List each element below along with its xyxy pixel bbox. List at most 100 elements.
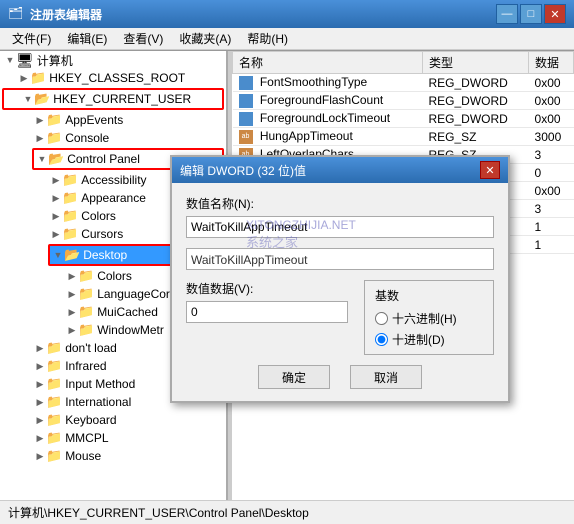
table-row[interactable]: ForegroundFlashCount REG_DWORD 0x00 — [233, 92, 574, 110]
radio-dec-text: 十进制(D) — [392, 331, 445, 348]
close-button[interactable]: ✕ — [544, 4, 566, 24]
dialog-base-title: 基数 — [375, 287, 483, 304]
tree-item-computer[interactable]: ▼ 🖥 计算机 — [0, 51, 226, 69]
toggle-windowmetr[interactable]: ▶ — [66, 324, 78, 336]
dialog-body: 数值名称(N): XITONGZHIJIA.NET 系统之家 WaitToKil… — [172, 183, 508, 401]
computer-icon: 🖥 — [16, 52, 34, 69]
table-row[interactable]: ab HungAppTimeout REG_SZ 3000 — [233, 128, 574, 146]
toggle-dontload[interactable]: ▶ — [34, 342, 46, 354]
tree-item-hkcu[interactable]: ▼ 📂 HKEY_CURRENT_USER — [4, 90, 222, 108]
dialog-base-group: 基数 十六进制(H) 十进制(D) — [364, 280, 494, 355]
toggle-hkcu[interactable]: ▼ — [22, 93, 34, 105]
toggle-control-panel[interactable]: ▼ — [36, 153, 48, 165]
tree-label-hkcu: HKEY_CURRENT_USER — [53, 92, 191, 106]
radio-group: 十六进制(H) 十进制(D) — [375, 310, 483, 348]
cell-value: 1 — [529, 236, 574, 254]
toggle-infrared[interactable]: ▶ — [34, 360, 46, 372]
dialog-name-input[interactable] — [186, 216, 494, 238]
cell-type: REG_DWORD — [422, 92, 528, 110]
toggle-keyboard[interactable]: ▶ — [34, 414, 46, 426]
tree-item-hkcr[interactable]: ▶ 📁 HKEY_CLASSES_ROOT — [0, 69, 226, 87]
toggle-colors[interactable]: ▶ — [50, 210, 62, 222]
radio-dec-label[interactable]: 十进制(D) — [375, 331, 483, 348]
menu-help[interactable]: 帮助(H) — [239, 28, 296, 49]
folder-icon-colors: 📁 — [62, 208, 78, 224]
dialog-name-value: WaitToKillAppTimeout — [186, 248, 494, 270]
app-icon: 🗂 — [8, 6, 24, 22]
tree-label-infrared: Infrared — [65, 359, 106, 373]
status-bar: 计算机\HKEY_CURRENT_USER\Control Panel\Desk… — [0, 500, 574, 524]
tree-label-computer: 计算机 — [37, 52, 73, 69]
tree-item-keyboard[interactable]: ▶ 📁 Keyboard — [0, 411, 226, 429]
cell-value: 0x00 — [529, 110, 574, 128]
tree-label-console: Console — [65, 131, 109, 145]
menu-file[interactable]: 文件(F) — [4, 28, 59, 49]
dialog-value-label: 数值数据(V): — [186, 280, 348, 297]
toggle-desktop[interactable]: ▼ — [52, 249, 64, 261]
dialog-close-button[interactable]: ✕ — [480, 161, 500, 179]
tree-item-console[interactable]: ▶ 📁 Console — [0, 129, 226, 147]
toggle-mouse[interactable]: ▶ — [34, 450, 46, 462]
tree-label-appearance: Appearance — [81, 191, 146, 205]
menu-bar: 文件(F) 编辑(E) 查看(V) 收藏夹(A) 帮助(H) — [0, 28, 574, 50]
folder-icon-languagecor: 📁 — [78, 286, 94, 302]
folder-icon-colors2: 📁 — [78, 268, 94, 284]
menu-edit[interactable]: 编辑(E) — [59, 28, 115, 49]
toggle-appevents[interactable]: ▶ — [34, 114, 46, 126]
radio-hex[interactable] — [375, 312, 388, 325]
radio-hex-label[interactable]: 十六进制(H) — [375, 310, 483, 327]
tree-label-control-panel: Control Panel — [67, 152, 140, 166]
cell-type: REG_DWORD — [422, 110, 528, 128]
title-bar: 🗂 注册表编辑器 — □ ✕ — [0, 0, 574, 28]
tree-item-mmcpl[interactable]: ▶ 📁 MMCPL — [0, 429, 226, 447]
tree-label-languagecor: LanguageCor — [97, 287, 170, 301]
radio-dec[interactable] — [375, 333, 388, 346]
dialog-content: 数值名称(N): XITONGZHIJIA.NET 系统之家 WaitToKil… — [186, 195, 494, 389]
toggle-computer[interactable]: ▼ — [4, 54, 16, 66]
dialog-buttons: 确定 取消 — [186, 365, 494, 389]
menu-favorites[interactable]: 收藏夹(A) — [171, 28, 239, 49]
folder-icon-dontload: 📁 — [46, 340, 62, 356]
folder-icon-input-method: 📁 — [46, 376, 62, 392]
edit-dword-dialog[interactable]: 编辑 DWORD (32 位)值 ✕ 数值名称(N): XITONGZHIJIA… — [170, 155, 510, 403]
toggle-international[interactable]: ▶ — [34, 396, 46, 408]
tree-label-appevents: AppEvents — [65, 113, 123, 127]
table-row[interactable]: FontSmoothingType REG_DWORD 0x00 — [233, 74, 574, 92]
tree-label-colors2: Colors — [97, 269, 132, 283]
dialog-value-input[interactable] — [186, 301, 348, 323]
dialog-base-section: 基数 十六进制(H) 十进制(D) — [364, 280, 494, 355]
tree-label-accessibility: Accessibility — [81, 173, 146, 187]
cell-value: 3 — [529, 200, 574, 218]
folder-icon-international: 📁 — [46, 394, 62, 410]
cell-value: 0 — [529, 164, 574, 182]
folder-icon-mouse: 📁 — [46, 448, 62, 464]
minimize-button[interactable]: — — [496, 4, 518, 24]
maximize-button[interactable]: □ — [520, 4, 542, 24]
toggle-mmcpl[interactable]: ▶ — [34, 432, 46, 444]
tree-label-hkcr: HKEY_CLASSES_ROOT — [49, 71, 185, 85]
toggle-appearance[interactable]: ▶ — [50, 192, 62, 204]
folder-icon-desktop: 📂 — [64, 247, 80, 263]
col-header-data: 数据 — [529, 52, 574, 74]
dialog-cancel-button[interactable]: 取消 — [350, 365, 422, 389]
title-text: 注册表编辑器 — [30, 6, 496, 23]
toggle-cursors[interactable]: ▶ — [50, 228, 62, 240]
tree-label-keyboard: Keyboard — [65, 413, 116, 427]
reg-type-icon — [239, 76, 253, 90]
dialog-ok-button[interactable]: 确定 — [258, 365, 330, 389]
menu-view[interactable]: 查看(V) — [115, 28, 171, 49]
toggle-muicached[interactable]: ▶ — [66, 306, 78, 318]
toggle-colors2[interactable]: ▶ — [66, 270, 78, 282]
tree-label-dontload: don't load — [65, 341, 117, 355]
tree-item-mouse[interactable]: ▶ 📁 Mouse — [0, 447, 226, 465]
toggle-input-method[interactable]: ▶ — [34, 378, 46, 390]
toggle-languagecor[interactable]: ▶ — [66, 288, 78, 300]
tree-item-appevents[interactable]: ▶ 📁 AppEvents — [0, 111, 226, 129]
toggle-accessibility[interactable]: ▶ — [50, 174, 62, 186]
table-row[interactable]: ForegroundLockTimeout REG_DWORD 0x00 — [233, 110, 574, 128]
toggle-console[interactable]: ▶ — [34, 132, 46, 144]
dialog-name-label: 数值名称(N): — [186, 195, 494, 212]
dialog-title-bar: 编辑 DWORD (32 位)值 ✕ — [172, 157, 508, 183]
tree-label-input-method: Input Method — [65, 377, 135, 391]
toggle-hkcr[interactable]: ▶ — [18, 72, 30, 84]
